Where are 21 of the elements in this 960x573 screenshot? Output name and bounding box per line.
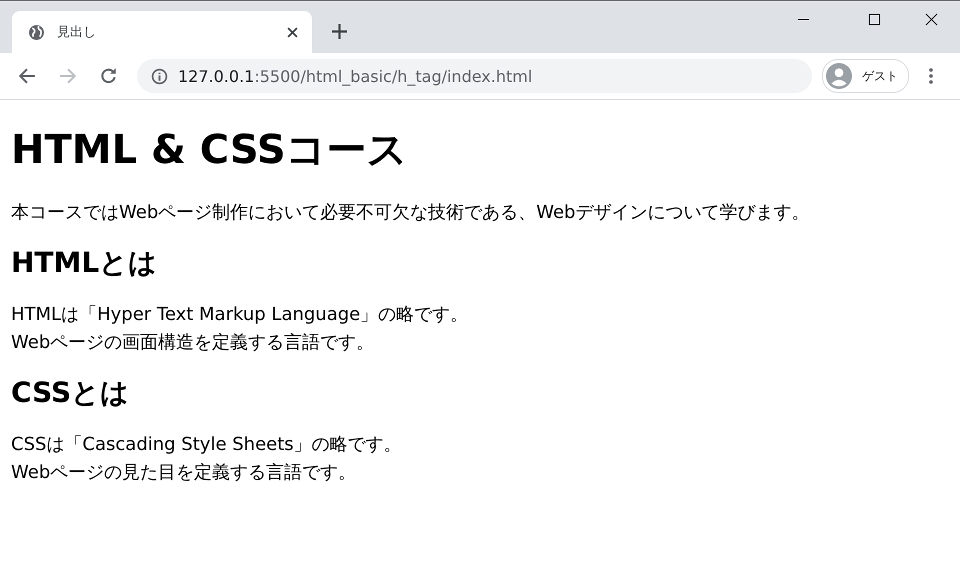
maximize-icon[interactable] (868, 13, 881, 26)
intro-text: 本コースではWebページ制作において必要不可欠な技術である、Webデザインについて学びます。 (11, 201, 810, 225)
section-heading: HTMLとは (11, 244, 158, 281)
page-title: HTML & CSSコース (11, 126, 409, 174)
section-text: CSSは「Cascading Style Sheets」の略です。 Webページの見た目を定義する言語です。 (11, 433, 403, 486)
close-icon[interactable] (925, 13, 938, 26)
avatar-icon (826, 63, 852, 89)
close-tab-icon[interactable] (287, 26, 298, 38)
url-text: 127.0.0.1:5500/html_basic/h_tag/index.html (178, 66, 532, 86)
section-text: HTMLは「Hyper Text Markup Language」の略です。 Webページの画面構造を定義する言語です。 (11, 303, 470, 356)
section-heading: CSSとは (11, 375, 130, 412)
new-tab-icon[interactable] (332, 24, 347, 39)
reload-icon[interactable] (100, 67, 118, 85)
back-icon[interactable] (18, 67, 36, 85)
tab-title: 見出し (57, 24, 97, 41)
address-bar[interactable]: 127.0.0.1:5500/html_basic/h_tag/index.html (137, 59, 812, 93)
globe-icon (28, 24, 45, 40)
browser-tab[interactable]: 見出し (12, 11, 312, 53)
profile-button[interactable]: ゲスト (822, 59, 909, 93)
info-icon (151, 68, 168, 84)
menu-icon[interactable] (929, 68, 933, 84)
